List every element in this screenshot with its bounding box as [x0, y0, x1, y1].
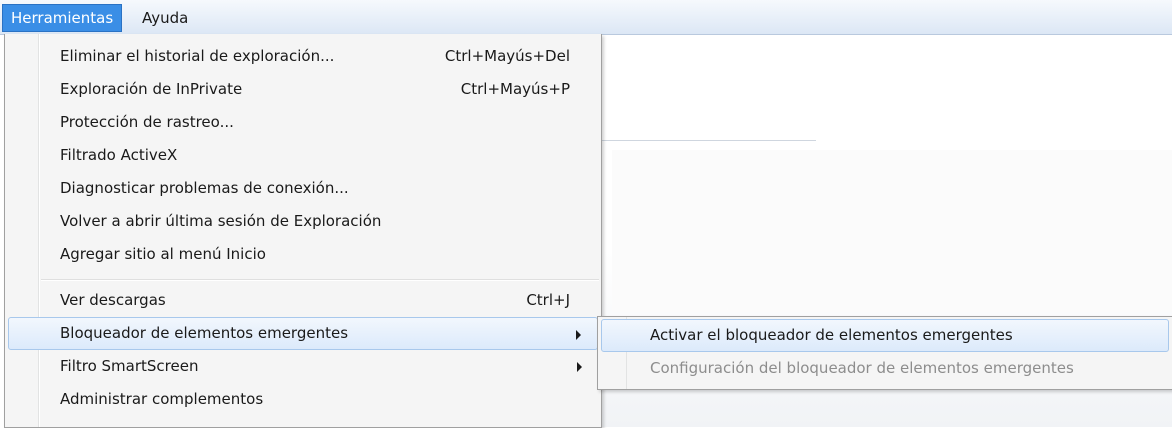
menu-item-reopen-session[interactable]: Volver a abrir última sesión de Explorac…	[8, 205, 598, 238]
menu-item-label: Filtro SmartScreen	[60, 357, 199, 375]
tools-dropdown-menu: Eliminar el historial de exploración... …	[4, 34, 602, 428]
menu-item-label: Volver a abrir última sesión de Explorac…	[60, 212, 382, 230]
menu-ayuda[interactable]: Ayuda	[134, 5, 196, 31]
submenu-item-enable-popup-blocker[interactable]: Activar el bloqueador de elementos emerg…	[601, 319, 1169, 352]
menu-herramientas[interactable]: Herramientas	[2, 4, 123, 32]
menu-separator	[41, 279, 599, 280]
submenu-item-popup-blocker-settings: Configuración del bloqueador de elemento…	[601, 352, 1169, 385]
page-content-area	[612, 150, 1172, 312]
menu-item-add-to-start[interactable]: Agregar sitio al menú Inicio	[8, 238, 598, 271]
menu-item-label: Protección de rastreo...	[60, 113, 234, 131]
menu-item-shortcut: Ctrl+Mayús+P	[460, 80, 570, 98]
menu-item-label: Ver descargas	[60, 291, 166, 309]
menu-item-label: Filtrado ActiveX	[60, 146, 178, 164]
menu-item-shortcut: Ctrl+J	[526, 291, 570, 309]
submenu-arrow-icon	[576, 330, 581, 340]
menu-item-label: Eliminar el historial de exploración...	[60, 47, 335, 65]
submenu-arrow-icon	[577, 362, 582, 372]
submenu-item-label: Configuración del bloqueador de elemento…	[650, 359, 1074, 377]
page-divider	[600, 140, 816, 141]
menu-item-label: Agregar sitio al menú Inicio	[60, 245, 266, 263]
menu-item-label: Exploración de InPrivate	[60, 80, 243, 98]
menu-item-activex-filtering[interactable]: Filtrado ActiveX	[8, 139, 598, 172]
menu-item-inprivate[interactable]: Exploración de InPrivate Ctrl+Mayús+P	[8, 73, 598, 106]
menu-item-label: Bloqueador de elementos emergentes	[60, 324, 349, 342]
menu-bar: Herramientas Ayuda	[0, 0, 1172, 35]
menu-item-shortcut: Ctrl+Mayús+Del	[444, 47, 570, 65]
popup-blocker-submenu: Activar el bloqueador de elementos emerg…	[597, 316, 1172, 390]
menu-item-diagnose-connection[interactable]: Diagnosticar problemas de conexión...	[8, 172, 598, 205]
menu-item-popup-blocker[interactable]: Bloqueador de elementos emergentes	[8, 317, 598, 350]
menu-item-tracking-protection[interactable]: Protección de rastreo...	[8, 106, 598, 139]
menu-item-label: Administrar complementos	[60, 390, 264, 408]
menu-item-manage-addons[interactable]: Administrar complementos	[8, 383, 598, 416]
menu-item-view-downloads[interactable]: Ver descargas Ctrl+J	[8, 284, 598, 317]
menu-item-label: Diagnosticar problemas de conexión...	[60, 179, 349, 197]
menu-item-smartscreen-filter[interactable]: Filtro SmartScreen	[8, 350, 598, 383]
menu-item-delete-history[interactable]: Eliminar el historial de exploración... …	[8, 40, 598, 73]
submenu-item-label: Activar el bloqueador de elementos emerg…	[650, 326, 1013, 344]
